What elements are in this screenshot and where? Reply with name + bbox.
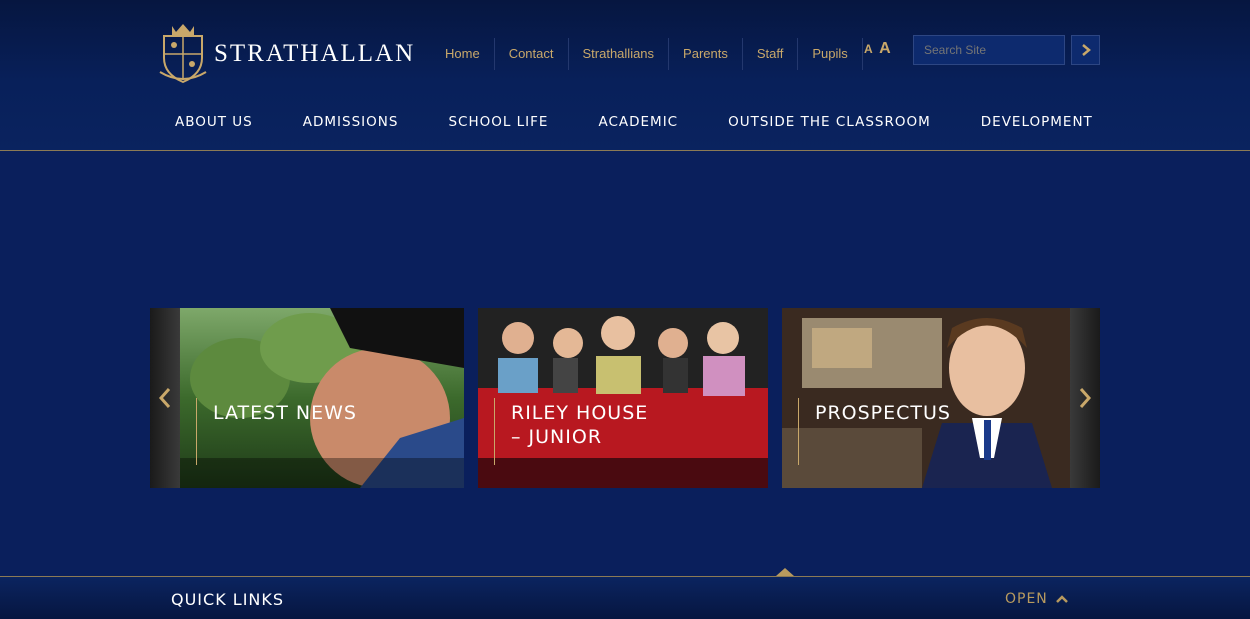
card-title: LATEST NEWS	[213, 402, 357, 424]
site-header: STRATHALLAN Home Contact Strathallians P…	[0, 0, 1250, 151]
toplink-parents[interactable]: Parents	[669, 38, 743, 70]
search-submit-button[interactable]	[1071, 35, 1100, 65]
text-size-controls: A A	[864, 40, 891, 58]
quick-links-open-button[interactable]: OPEN	[1005, 591, 1068, 607]
text-size-small-button[interactable]: A	[864, 42, 873, 56]
quick-links-title: QUICK LINKS	[171, 590, 285, 609]
carousel-next-button[interactable]	[1070, 308, 1100, 488]
card-label: RILEY HOUSE – JUNIOR	[494, 398, 648, 465]
card-riley-house-junior[interactable]: RILEY HOUSE – JUNIOR	[478, 308, 768, 488]
toplink-staff[interactable]: Staff	[743, 38, 799, 70]
chevron-up-icon	[1055, 595, 1068, 603]
nav-academic[interactable]: ACADEMIC	[573, 114, 703, 130]
crest-icon	[159, 24, 207, 84]
quick-links-bar: QUICK LINKS OPEN	[0, 568, 1250, 619]
feature-carousel: LATEST NEWS RILEY HOUSE – JUNIOR PROSPEC…	[150, 308, 1100, 488]
nav-development[interactable]: DEVELOPMENT	[956, 114, 1118, 130]
site-logo[interactable]: STRATHALLAN	[158, 22, 415, 84]
chevron-right-icon	[1079, 388, 1092, 408]
card-subtitle: – JUNIOR	[511, 426, 603, 448]
card-title: RILEY HOUSE	[511, 402, 649, 424]
card-label: PROSPECTUS	[798, 398, 951, 465]
toplink-contact[interactable]: Contact	[495, 38, 569, 70]
toplink-home[interactable]: Home	[431, 38, 495, 70]
toplink-pupils[interactable]: Pupils	[798, 38, 863, 70]
card-prospectus[interactable]: PROSPECTUS	[782, 308, 1070, 488]
quick-links-open-label: OPEN	[1005, 591, 1048, 607]
search-input[interactable]	[913, 35, 1065, 65]
nav-school-life[interactable]: SCHOOL LIFE	[423, 114, 573, 130]
utility-nav: Home Contact Strathallians Parents Staff…	[431, 38, 863, 70]
nav-admissions[interactable]: ADMISSIONS	[278, 114, 424, 130]
card-title: PROSPECTUS	[815, 402, 951, 424]
chevron-right-icon	[1081, 44, 1091, 56]
toplink-strathallians[interactable]: Strathallians	[569, 38, 670, 70]
text-size-large-button[interactable]: A	[879, 40, 891, 57]
nav-outside-the-classroom[interactable]: OUTSIDE THE CLASSROOM	[703, 114, 956, 130]
carousel-prev-button[interactable]	[150, 308, 180, 488]
card-latest-news[interactable]: LATEST NEWS	[180, 308, 464, 488]
nav-about-us[interactable]: ABOUT US	[150, 114, 278, 130]
chevron-left-icon	[158, 388, 171, 408]
brand-name: STRATHALLAN	[214, 40, 416, 67]
caret-up-icon	[776, 568, 794, 576]
main-nav: ABOUT US ADMISSIONS SCHOOL LIFE ACADEMIC…	[150, 114, 1118, 130]
card-label: LATEST NEWS	[196, 398, 357, 465]
